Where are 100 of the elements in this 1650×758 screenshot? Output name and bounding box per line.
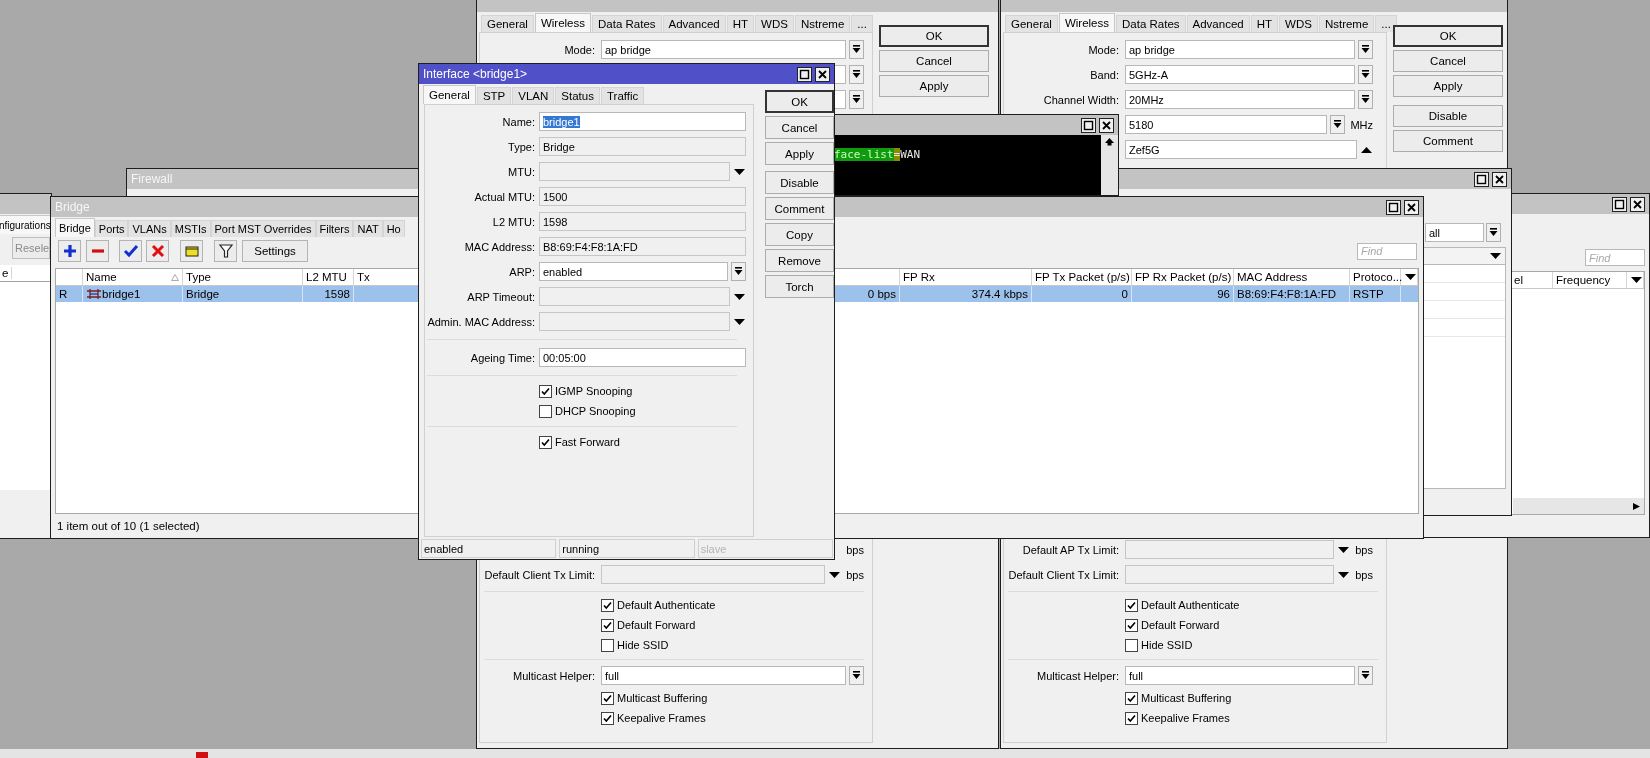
scroll-up-icon[interactable] <box>1104 137 1115 146</box>
combo-field[interactable] <box>539 287 730 306</box>
dialog-button[interactable]: Apply <box>765 142 834 165</box>
dropdown-field[interactable]: all <box>1425 223 1484 242</box>
tab[interactable]: General <box>423 85 476 104</box>
dialog-button[interactable]: Remove <box>765 249 834 272</box>
dialog-button[interactable]: Apply <box>879 75 989 97</box>
dropdown-field[interactable]: 5GHz-A <box>1125 65 1355 84</box>
maximize-button[interactable] <box>1612 196 1627 212</box>
column-header[interactable]: MAC Address <box>1234 269 1350 285</box>
comment-button[interactable] <box>180 240 203 262</box>
tab[interactable]: WDS <box>755 15 794 32</box>
combo-field[interactable] <box>1125 540 1335 559</box>
vertical-scrollbar[interactable] <box>1101 135 1118 195</box>
tab[interactable]: MSTIs <box>170 220 211 237</box>
dropdown-button[interactable] <box>1486 223 1501 242</box>
read-only-field[interactable]: Bridge <box>539 137 746 156</box>
tab[interactable]: Wireless <box>1058 13 1115 32</box>
column-header[interactable]: Frequency <box>1553 272 1627 288</box>
dropdown-arrow-icon[interactable] <box>828 570 842 579</box>
dialog-button[interactable]: Comment <box>1393 130 1503 152</box>
dropdown-button[interactable] <box>849 90 864 109</box>
tab[interactable]: Nstreme <box>1318 15 1375 32</box>
dropdown-arrow-icon[interactable] <box>733 292 746 301</box>
tab[interactable]: Traffic <box>600 87 645 104</box>
combo-field[interactable] <box>539 312 730 331</box>
horizontal-scrollbar[interactable] <box>1513 498 1644 514</box>
maximize-button[interactable] <box>1474 171 1489 187</box>
maximize-button[interactable] <box>797 66 812 82</box>
tab[interactable]: Port MST Overrides <box>210 220 316 237</box>
dialog-button[interactable]: OK <box>879 25 989 47</box>
expand-arrow-icon[interactable] <box>1360 145 1373 154</box>
tab[interactable]: VLAN <box>512 87 555 104</box>
close-button[interactable] <box>1492 171 1507 187</box>
close-button[interactable] <box>815 66 830 82</box>
dialog-button[interactable]: Disable <box>1393 105 1503 127</box>
tab[interactable]: Data Rates <box>592 15 662 32</box>
dialog-button[interactable]: Cancel <box>1393 50 1503 72</box>
dropdown-field[interactable]: ap bridge <box>1125 40 1355 59</box>
dropdown-field[interactable]: enabled <box>539 262 728 281</box>
column-header[interactable]: e <box>0 267 13 279</box>
text-field[interactable]: Zef5G <box>1125 140 1357 159</box>
close-button[interactable] <box>1404 199 1419 215</box>
column-header[interactable]: FP Rx Packet (p/s) <box>1132 269 1234 285</box>
read-only-field[interactable]: 1500 <box>539 187 746 206</box>
tab[interactable]: Ports <box>94 220 129 237</box>
column-menu-icon[interactable] <box>1489 252 1502 260</box>
add-button[interactable] <box>58 240 81 262</box>
maximize-button[interactable] <box>1386 199 1401 215</box>
column-header[interactable]: Protoco... <box>1350 269 1401 285</box>
dropdown-field[interactable]: 20MHz <box>1125 90 1355 109</box>
dropdown-button[interactable] <box>1358 666 1373 685</box>
dropdown-button[interactable] <box>1330 115 1346 134</box>
checkbox[interactable] <box>539 435 552 449</box>
tab[interactable]: Nstreme <box>794 15 851 32</box>
tab[interactable]: NAT <box>353 220 383 237</box>
close-button[interactable] <box>1099 117 1114 133</box>
read-only-field[interactable]: B8:69:F4:F8:1A:FD <box>539 237 746 256</box>
column-header[interactable]: Type <box>183 269 303 285</box>
dropdown-button[interactable] <box>731 262 746 281</box>
disable-button[interactable] <box>146 240 169 262</box>
column-header[interactable]: Name <box>83 269 183 285</box>
checkbox[interactable] <box>601 598 614 612</box>
dialog-button[interactable]: Comment <box>765 197 834 220</box>
dropdown-arrow-icon[interactable] <box>733 317 746 326</box>
tab[interactable]: Ho <box>382 220 405 237</box>
tab[interactable]: Advanced <box>1186 15 1250 32</box>
tab[interactable]: Wireless <box>534 13 591 32</box>
dialog-button[interactable]: Cancel <box>765 116 834 139</box>
column-menu-icon[interactable] <box>1404 273 1417 281</box>
text-field[interactable]: bridge1 <box>539 112 746 131</box>
find-field[interactable]: Find <box>1357 242 1417 260</box>
combo-field[interactable] <box>601 565 826 584</box>
close-button[interactable] <box>1630 196 1645 212</box>
checkbox[interactable] <box>1125 691 1138 705</box>
tab[interactable]: WDS <box>1279 15 1318 32</box>
column-header[interactable]: FP Tx Packet (p/s) <box>1032 269 1132 285</box>
dropdown-field[interactable]: full <box>1125 666 1355 685</box>
tab[interactable]: ... <box>1375 15 1397 32</box>
tab[interactable]: Bridge <box>55 218 95 237</box>
tab[interactable]: General <box>481 15 534 32</box>
tab[interactable]: General <box>1005 15 1058 32</box>
dropdown-button[interactable] <box>1358 40 1373 59</box>
tab[interactable]: Advanced <box>662 15 726 32</box>
column-header[interactable]: FP Rx <box>900 269 1032 285</box>
maximize-button[interactable] <box>1081 117 1096 133</box>
read-only-field[interactable]: 1598 <box>539 212 746 231</box>
checkbox[interactable] <box>1125 638 1138 652</box>
dialog-button[interactable]: Torch <box>765 275 834 298</box>
dropdown-button[interactable] <box>849 666 864 685</box>
column-header[interactable]: L2 MTU <box>303 269 354 285</box>
column-menu-icon[interactable] <box>1630 276 1643 284</box>
text-field[interactable]: 00:05:00 <box>539 348 746 367</box>
dialog-button[interactable]: Cancel <box>879 50 989 72</box>
tab[interactable]: nfigurations <box>0 215 51 234</box>
dialog-button[interactable]: OK <box>765 90 834 113</box>
tab[interactable]: VLANs <box>128 220 171 237</box>
tab[interactable]: STP <box>476 87 512 104</box>
dropdown-button[interactable] <box>849 65 864 84</box>
find-field[interactable]: Find <box>1585 249 1645 266</box>
